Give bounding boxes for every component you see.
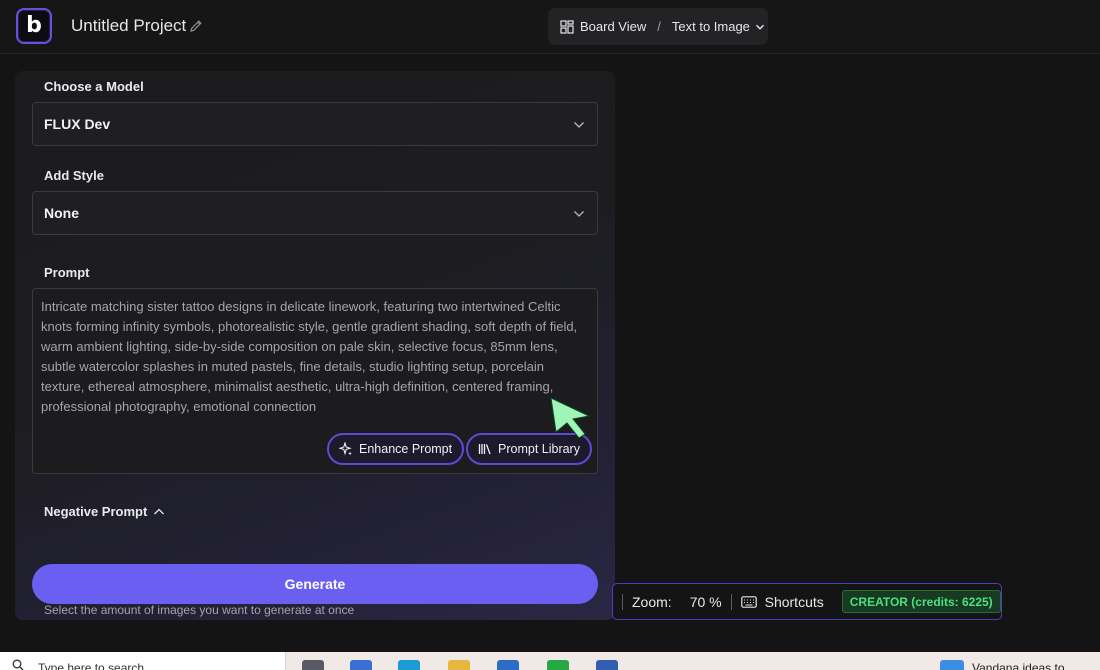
prompt-textarea[interactable]: Intricate matching sister tattoo designs…	[32, 288, 598, 474]
divider	[622, 593, 623, 610]
pencil-icon[interactable]	[188, 18, 204, 34]
taskbar-search-placeholder: Type here to search	[38, 661, 145, 670]
library-icon	[478, 444, 491, 455]
generation-panel: Choose a Model FLUX Dev Add Style None P…	[15, 71, 615, 620]
app-logo[interactable]: b	[16, 8, 52, 44]
cursor-arrow-icon	[550, 397, 591, 439]
chevron-down-icon	[574, 211, 584, 217]
task-view-icon[interactable]	[302, 660, 324, 670]
store-icon[interactable]	[497, 660, 519, 670]
board-view-label[interactable]: Board View	[580, 19, 646, 34]
mode-label[interactable]: Text to Image	[672, 19, 750, 34]
generate-button[interactable]: Generate	[32, 564, 598, 604]
file-explorer-icon[interactable]	[448, 660, 470, 670]
whatsapp-icon[interactable]	[547, 660, 569, 670]
model-value: FLUX Dev	[44, 116, 111, 132]
app-icon[interactable]	[596, 660, 618, 670]
negative-prompt-label: Negative Prompt	[44, 504, 148, 519]
view-switcher[interactable]: Board View / Text to Image	[548, 8, 768, 45]
model-select[interactable]: FLUX Dev	[32, 102, 598, 146]
chevron-down-icon	[574, 122, 584, 128]
prompt-library-label: Prompt Library	[498, 442, 580, 456]
breadcrumb-separator: /	[657, 19, 661, 34]
logo-letter: b	[26, 13, 42, 38]
status-bar: Zoom: 70 % Shortcuts CREATOR (credits: 6…	[612, 583, 1002, 620]
search-icon	[12, 659, 24, 670]
board-canvas[interactable]	[615, 55, 1100, 652]
os-taskbar: Type here to search Vandana ideas to	[0, 652, 1100, 670]
chevron-up-icon	[154, 508, 165, 514]
divider	[730, 593, 732, 610]
credits-badge[interactable]: CREATOR (credits: 6225)	[841, 590, 1001, 613]
image-count-hint: Select the amount of images you want to …	[44, 603, 355, 617]
top-bar: b Untitled Project Board View / Text to …	[0, 0, 1100, 54]
model-label: Choose a Model	[44, 79, 144, 94]
copilot-icon[interactable]	[350, 660, 372, 670]
weather-icon[interactable]	[940, 660, 964, 670]
board-grid-icon	[560, 19, 574, 34]
shortcuts-button[interactable]: Shortcuts	[765, 594, 824, 610]
enhance-prompt-label: Enhance Prompt	[359, 442, 453, 456]
prompt-label: Prompt	[44, 265, 90, 280]
style-value: None	[44, 205, 79, 221]
chevron-down-icon[interactable]	[755, 22, 765, 32]
zoom-label: Zoom:	[632, 593, 672, 610]
sparkle-icon	[339, 442, 352, 456]
enhance-prompt-button[interactable]: Enhance Prompt	[327, 433, 465, 465]
edge-browser-icon[interactable]	[398, 660, 420, 670]
prompt-text[interactable]: Intricate matching sister tattoo designs…	[41, 297, 581, 417]
negative-prompt-toggle[interactable]: Negative Prompt	[44, 504, 165, 519]
zoom-value[interactable]: 70 %	[690, 594, 722, 610]
keyboard-icon	[740, 595, 757, 608]
taskbar-news-text[interactable]: Vandana ideas to	[972, 661, 1065, 670]
taskbar-search[interactable]: Type here to search	[0, 652, 286, 670]
project-title[interactable]: Untitled Project	[71, 16, 186, 36]
style-label: Add Style	[44, 168, 104, 183]
style-select[interactable]: None	[32, 191, 598, 235]
